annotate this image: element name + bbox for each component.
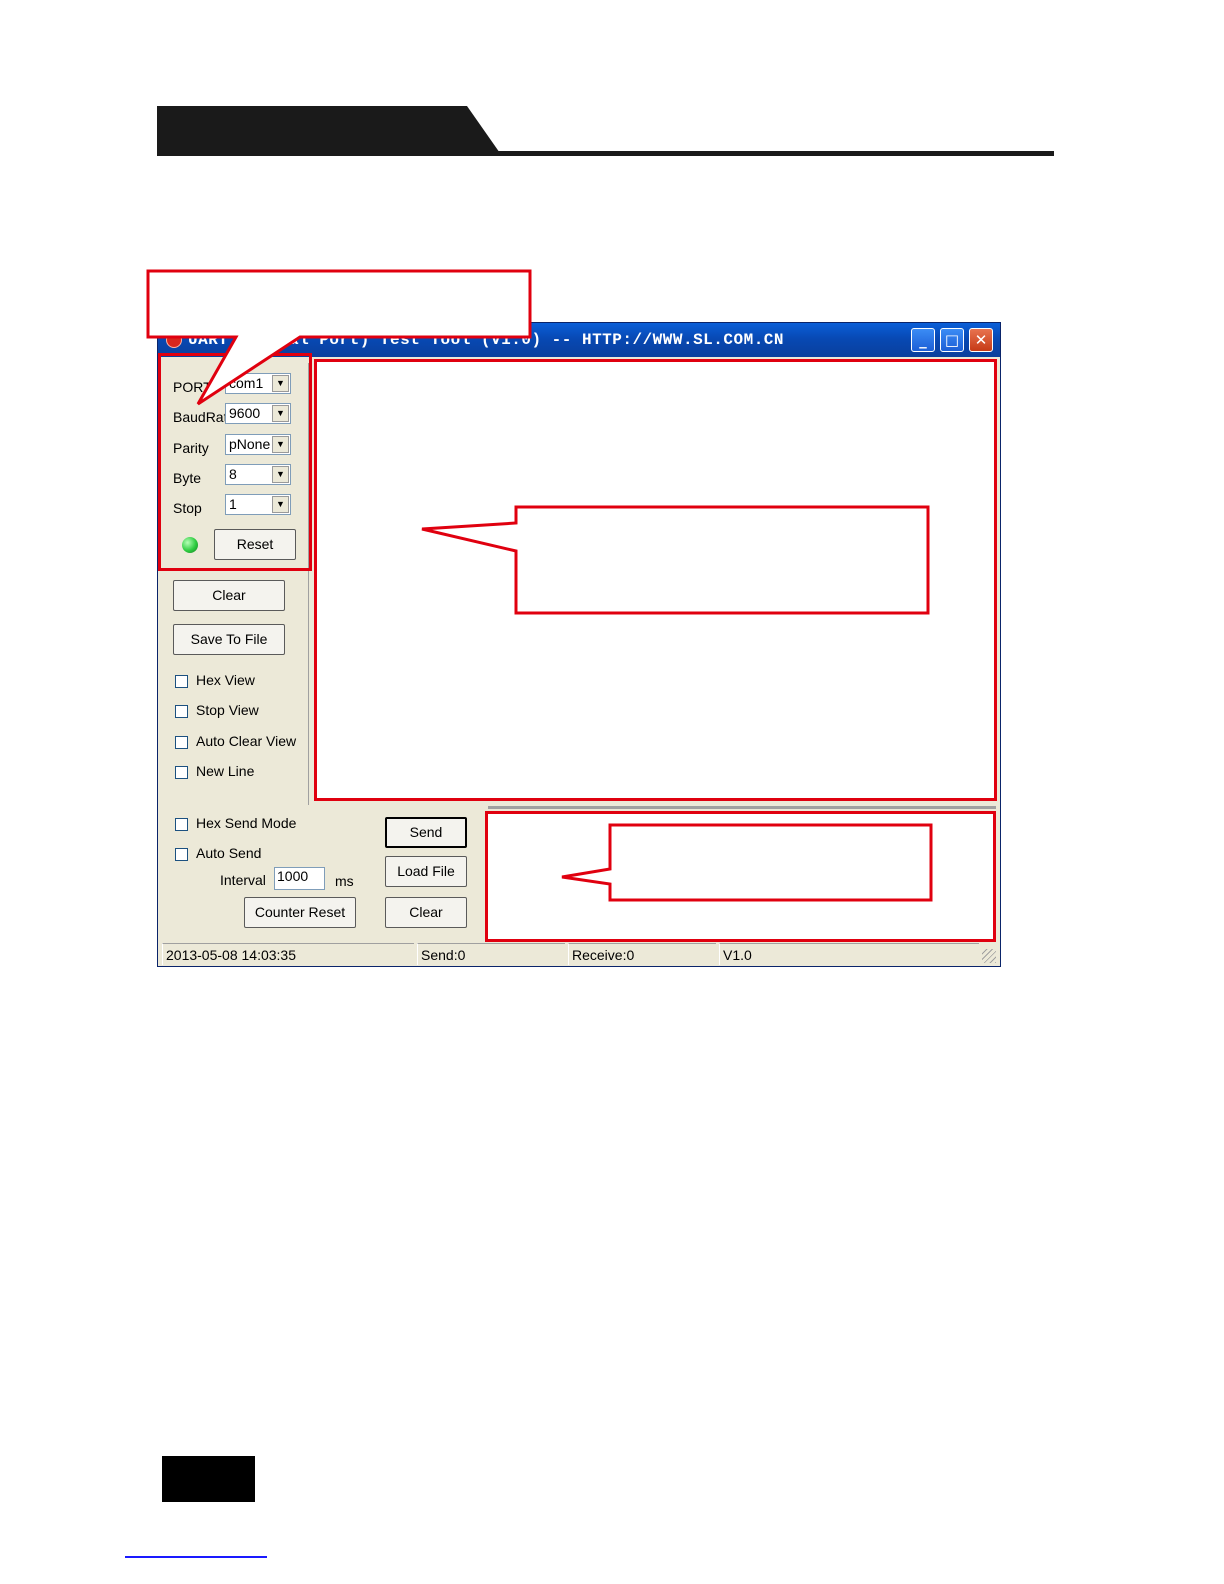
- page-number-tab: [162, 1456, 255, 1502]
- callout-top: [146, 269, 532, 406]
- callout-send: [561, 823, 933, 902]
- footer-link-underline: [125, 1556, 267, 1558]
- annotation-callouts: [146, 269, 933, 902]
- callout-receive: [421, 505, 930, 615]
